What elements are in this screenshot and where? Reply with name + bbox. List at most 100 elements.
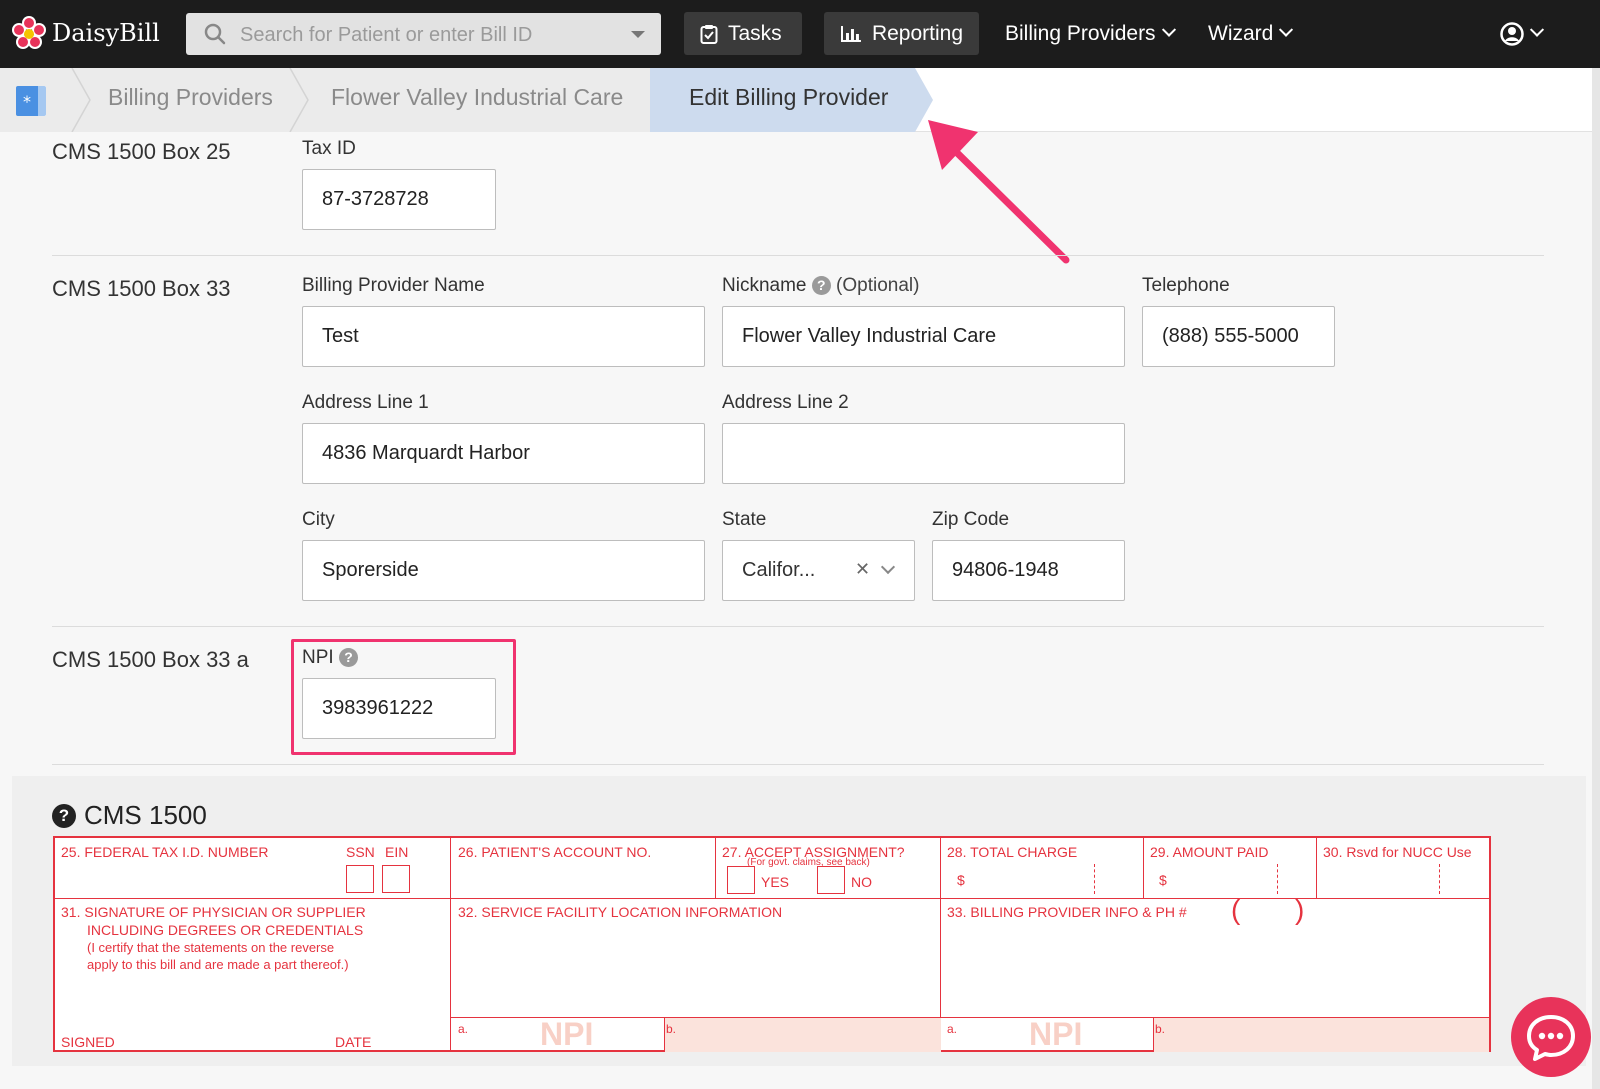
field-32b-label: b.: [666, 1022, 677, 1036]
section-box33a-label: CMS 1500 Box 33 a: [52, 647, 249, 672]
ein-label: EIN: [385, 844, 409, 860]
brand-logo[interactable]: DaisyBill: [12, 16, 160, 50]
caret-down-icon[interactable]: [631, 31, 645, 38]
state-selected-value: Califor...: [742, 559, 816, 581]
field-33a-label: a.: [947, 1022, 958, 1036]
clipboard-icon: [700, 24, 718, 44]
help-icon[interactable]: ?: [811, 276, 831, 295]
yes-label: YES: [761, 874, 790, 890]
breadcrumb-edit-billing-provider: Edit Billing Provider: [689, 84, 889, 110]
field-32a-label: a.: [458, 1022, 469, 1036]
section-divider: [52, 764, 1544, 765]
state-select[interactable]: Califor... ✕: [722, 540, 915, 601]
wizard-label: Wizard: [1208, 21, 1274, 45]
tax-id-field[interactable]: 87-3728728: [302, 169, 496, 230]
section-divider: [52, 626, 1544, 627]
ssn-checkbox: [346, 865, 374, 893]
address-line2-label: Address Line 2: [722, 392, 849, 413]
chevron-down-icon: [1529, 22, 1545, 37]
breadcrumb-billing-providers[interactable]: Billing Providers: [108, 84, 273, 111]
brand-name: DaisyBill: [52, 19, 160, 47]
cms1500-form: 25. FEDERAL TAX I.D. NUMBER SSN EIN 26. …: [53, 836, 1491, 1052]
chevron-down-icon[interactable]: [880, 559, 896, 575]
dollar-sign: $: [957, 872, 965, 888]
field-31-label: 31. SIGNATURE OF PHYSICIAN OR SUPPLIER: [61, 904, 366, 920]
field-31-line2: INCLUDING DEGREES OR CREDENTIALS: [87, 922, 364, 938]
billing-providers-menu[interactable]: Billing Providers: [1005, 12, 1176, 55]
breadcrumb-separator: [71, 68, 91, 132]
no-label: NO: [851, 874, 872, 890]
nickname-field[interactable]: Flower Valley Industrial Care: [722, 306, 1125, 367]
chevron-down-icon: [1161, 22, 1176, 37]
field-31-line4: apply to this bill and are made a part t…: [87, 957, 349, 972]
field-28-label: 28. TOTAL CHARGE: [947, 844, 1078, 860]
npi-watermark: NPI: [1029, 1016, 1083, 1052]
field-29-label: 29. AMOUNT PAID: [1150, 844, 1269, 860]
bar-chart-icon: [840, 25, 861, 42]
yes-checkbox: [727, 866, 755, 894]
field-25-label: 25. FEDERAL TAX I.D. NUMBER: [61, 844, 269, 860]
reporting-button[interactable]: Reporting: [824, 12, 979, 55]
search-icon: [204, 23, 226, 45]
signed-label: SIGNED: [61, 1034, 115, 1050]
npi-watermark: NPI: [540, 1016, 594, 1052]
cms1500-title: ? CMS 1500: [52, 800, 207, 831]
billing-provider-name-field[interactable]: Test: [302, 306, 705, 367]
field-27-note: (For govt. claims, see back): [747, 857, 870, 868]
telephone-field[interactable]: (888) 555-5000: [1142, 306, 1335, 367]
city-field[interactable]: Sporerside: [302, 540, 705, 601]
field-31-line3: (I certify that the statements on the re…: [87, 940, 335, 955]
breadcrumb: * Billing Providers Flower Valley Indust…: [0, 68, 1600, 132]
wizard-menu[interactable]: Wizard: [1208, 12, 1294, 55]
search-placeholder: Search for Patient or enter Bill ID: [240, 24, 533, 46]
zip-code-field[interactable]: 94806-1948: [932, 540, 1125, 601]
field-33b-label: b.: [1155, 1022, 1166, 1036]
dollar-sign: $: [1159, 872, 1167, 888]
reporting-label: Reporting: [871, 21, 963, 45]
clear-x-icon[interactable]: ✕: [855, 559, 870, 580]
chevron-down-icon: [1279, 22, 1294, 37]
annotation-arrow: [928, 120, 1070, 264]
help-icon[interactable]: ?: [52, 803, 76, 828]
chat-button[interactable]: [1511, 997, 1591, 1077]
breadcrumb-provider-name[interactable]: Flower Valley Industrial Care: [331, 84, 623, 111]
daisy-logo-icon: [12, 16, 46, 50]
field-30-label: 30. Rsvd for NUCC Use: [1323, 844, 1472, 860]
svg-text:*: *: [23, 92, 31, 111]
billing-provider-name-label: Billing Provider Name: [302, 275, 485, 296]
no-checkbox: [817, 866, 845, 894]
address-line2-field[interactable]: [722, 423, 1125, 484]
tasks-label: Tasks: [728, 21, 782, 45]
npi-highlight-box: [291, 639, 516, 755]
field-26-label: 26. PATIENT'S ACCOUNT NO.: [458, 844, 652, 860]
city-label: City: [302, 509, 335, 530]
home-card-icon[interactable]: *: [16, 86, 46, 116]
date-label: DATE: [335, 1034, 372, 1050]
field-32-label: 32. SERVICE FACILITY LOCATION INFORMATIO…: [458, 904, 783, 920]
section-box33-label: CMS 1500 Box 33: [52, 276, 231, 301]
top-navbar: DaisyBill Search for Patient or enter Bi…: [0, 0, 1600, 68]
search-input[interactable]: Search for Patient or enter Bill ID: [186, 13, 661, 55]
state-label: State: [722, 509, 767, 530]
zip-code-label: Zip Code: [932, 509, 1010, 530]
section-divider: [52, 255, 1544, 256]
phone-paren-open: (: [1231, 894, 1241, 925]
billing-providers-label: Billing Providers: [1005, 21, 1156, 45]
page-scrollbar[interactable]: [1592, 68, 1600, 1089]
chat-icon: [1527, 1015, 1575, 1061]
user-circle-icon: [1500, 21, 1524, 46]
ein-checkbox: [382, 865, 410, 893]
telephone-label: Telephone: [1142, 275, 1230, 296]
address-line1-field[interactable]: 4836 Marquardt Harbor: [302, 423, 705, 484]
user-menu[interactable]: [1500, 12, 1545, 55]
nickname-label: Nickname ? (Optional): [722, 275, 920, 296]
field-33-label: 33. BILLING PROVIDER INFO & PH #: [947, 904, 1187, 920]
tasks-button[interactable]: Tasks: [684, 12, 802, 55]
tax-id-label: Tax ID: [302, 138, 356, 159]
section-box25-label: CMS 1500 Box 25: [52, 139, 231, 164]
address-line1-label: Address Line 1: [302, 392, 429, 413]
breadcrumb-separator: [289, 68, 309, 132]
ssn-label: SSN: [346, 844, 375, 860]
nickname-optional-label: (Optional): [836, 275, 920, 296]
phone-paren-close: ): [1295, 894, 1305, 925]
